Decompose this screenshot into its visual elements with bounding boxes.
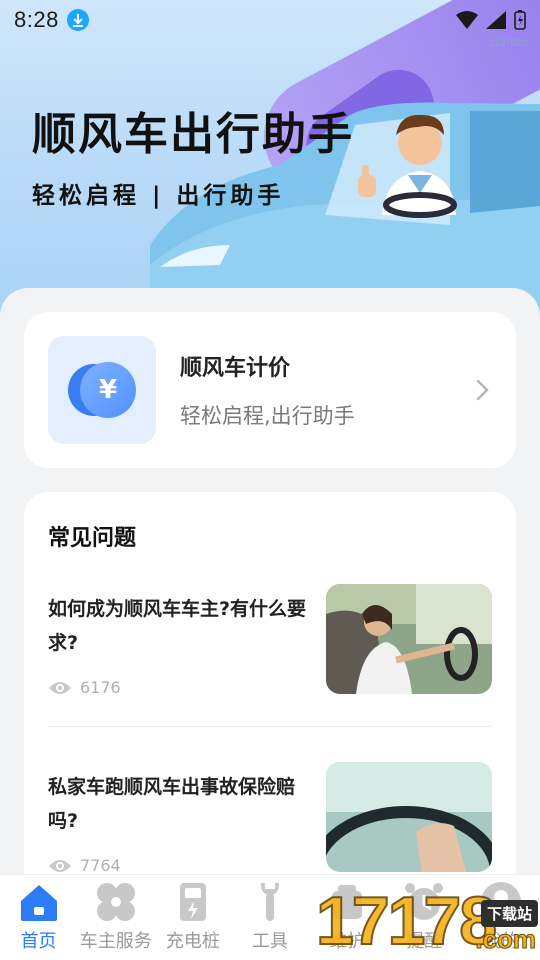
- steering-wheel-photo-thumbnail: [326, 762, 492, 872]
- hero-banner: 8:28 2527f523 顺风车出行助手 轻松启程 | 出行助手: [0, 0, 540, 320]
- pricing-card[interactable]: ¥ 顺风车计价 轻松启程,出行助手: [24, 312, 516, 468]
- nav-item-tools[interactable]: 工具: [231, 879, 308, 953]
- status-bar: 8:28: [0, 0, 540, 40]
- driver-photo-thumbnail: [326, 584, 492, 694]
- faq-heading: 常见问题: [48, 526, 137, 551]
- signal-icon: [486, 11, 506, 29]
- hero-subtitle: 轻松启程 | 出行助手: [32, 183, 285, 209]
- eye-icon: [49, 859, 71, 872]
- nav-item-maintenance[interactable]: 维护: [309, 879, 386, 953]
- chevron-right-icon: [476, 379, 489, 401]
- nav-label-tools: 工具: [251, 931, 288, 952]
- faq-item[interactable]: 如何成为顺风车车主?有什么要求? 6176: [48, 584, 492, 728]
- pricing-description: 轻松启程,出行助手: [180, 404, 355, 428]
- build-tag: 2527f523: [490, 38, 528, 48]
- faq-view-count: 6176: [80, 678, 121, 697]
- nav-label-maintenance: 维护: [329, 931, 366, 952]
- nav-label-charging: 充电桩: [165, 931, 220, 952]
- charging-pile-icon: [179, 883, 206, 921]
- pricing-title: 顺风车计价: [180, 356, 291, 381]
- nav-item-owner-service[interactable]: 车主服务: [77, 879, 154, 953]
- wifi-icon: [456, 11, 478, 29]
- car-maintenance-icon: [332, 885, 363, 919]
- nav-item-home[interactable]: 首页: [0, 879, 77, 953]
- nav-item-reminder[interactable]: 提醒: [386, 879, 463, 953]
- wrench-icon: [260, 883, 279, 921]
- main-content: ¥ 顺风车计价 轻松启程,出行助手 常见问题 如何成为顺风车车主?有什么要求? …: [0, 288, 540, 960]
- download-notification-icon: [66, 9, 89, 31]
- flower-icon: [96, 883, 135, 921]
- faq-question: 如何成为顺风车车主?有什么要求?: [48, 598, 307, 654]
- faq-view-count: 7764: [80, 856, 121, 875]
- faq-question: 私家车跑顺风车出事故保险赔吗?: [48, 776, 296, 832]
- faq-divider: [48, 726, 492, 727]
- home-icon: [20, 885, 57, 921]
- faq-views: 7764: [48, 856, 121, 875]
- eye-icon: [49, 681, 71, 694]
- bottom-nav: 首页 车主服务 充电桩 工具 维护 提醒 我的: [0, 874, 540, 960]
- nav-label-reminder: 提醒: [406, 931, 443, 952]
- battery-icon: [514, 10, 526, 30]
- nav-label-home: 首页: [20, 931, 57, 952]
- yuan-coin-icon: ¥: [48, 336, 156, 444]
- nav-label-profile: 我的: [483, 931, 520, 952]
- nav-item-charging[interactable]: 充电桩: [154, 879, 231, 953]
- faq-views: 6176: [48, 678, 121, 697]
- profile-icon: [481, 882, 522, 922]
- alarm-clock-icon: [405, 883, 444, 920]
- hero-title: 顺风车出行助手: [32, 109, 354, 160]
- status-time: 8:28: [14, 7, 59, 32]
- nav-label-owner-service: 车主服务: [79, 931, 152, 952]
- nav-item-profile[interactable]: 我的: [463, 879, 540, 953]
